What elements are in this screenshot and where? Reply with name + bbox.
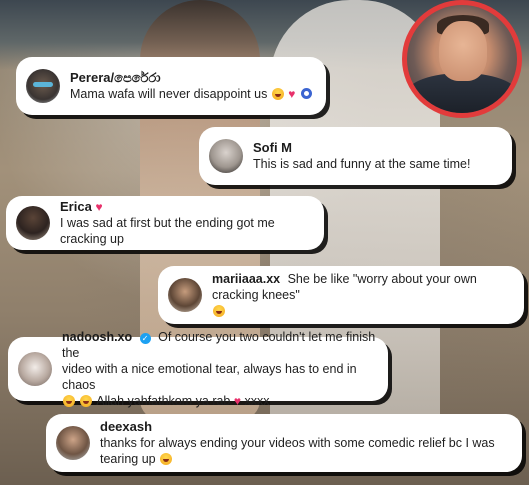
comment-text-body: Mama wafa will never disappoint us — [70, 87, 268, 101]
comment-text: This is sad and funny at the same time! — [253, 157, 471, 171]
laughing-emoji-icon — [80, 395, 93, 407]
blue-circle-icon — [300, 88, 312, 99]
comment-text-line-1: nadoosh.xo ✓ Of course you two couldn't … — [62, 329, 376, 361]
comment-text-body-3: Allah yahfathkom ya rab — [96, 394, 231, 408]
comment-card-erica[interactable]: Erica ♥ I was sad at first but the endin… — [6, 196, 324, 250]
comment-text-line-3: Allah yahfathkom ya rab ♥ xxxx — [62, 393, 376, 409]
laughing-emoji-icon — [63, 395, 75, 407]
laughing-emoji-icon — [160, 453, 173, 465]
comment-card-nadoosh[interactable]: nadoosh.xo ✓ Of course you two couldn't … — [8, 330, 388, 408]
comment-text: I was sad at first but the ending got me… — [60, 216, 275, 246]
comment-text: Mama wafa will never disappoint us ♥ — [70, 86, 312, 102]
reaction-avatar — [402, 0, 522, 118]
comment-card-mariiaaa[interactable]: mariiaaa.xx She be like "worry about you… — [158, 266, 524, 324]
avatar[interactable] — [209, 139, 243, 173]
comment-username[interactable]: Perera/පෙරේරා — [70, 70, 312, 86]
comment-card-perera[interactable]: Perera/පෙරේරා Mama wafa will never disap… — [16, 57, 326, 115]
verified-badge-icon: ✓ — [139, 333, 151, 344]
avatar[interactable] — [168, 278, 202, 312]
comment-card-deexash[interactable]: deexash thanks for always ending your vi… — [46, 414, 522, 472]
comment-text: mariiaaa.xx She be like "worry about you… — [212, 271, 512, 303]
comment-text-body: thanks for always ending your videos wit… — [100, 436, 495, 466]
heart-icon: ♥ — [288, 87, 296, 101]
comment-text: thanks for always ending your videos wit… — [100, 435, 510, 467]
comment-username[interactable]: Erica — [60, 199, 92, 214]
comment-text-suffix: xxxx — [244, 394, 270, 408]
comment-username-row: Erica ♥ — [60, 199, 312, 215]
comment-username[interactable]: deexash — [100, 419, 510, 435]
comment-emoji-row — [212, 303, 512, 319]
comment-username[interactable]: nadoosh.xo — [62, 330, 132, 344]
avatar[interactable] — [26, 69, 60, 103]
heart-icon: ♥ — [233, 394, 241, 408]
heart-icon: ♥ — [95, 200, 103, 214]
comment-username[interactable]: mariiaaa.xx — [212, 272, 280, 286]
reaction-avatar-face — [439, 21, 487, 81]
comment-card-sofi[interactable]: Sofi M This is sad and funny at the same… — [199, 127, 512, 185]
laughing-emoji-icon — [213, 305, 225, 317]
comment-username[interactable]: Sofi M — [253, 140, 470, 156]
avatar[interactable] — [56, 426, 90, 460]
avatar[interactable] — [18, 352, 52, 386]
avatar[interactable] — [16, 206, 50, 240]
comment-text-line-2: video with a nice emotional tear, always… — [62, 362, 357, 392]
laughing-emoji-icon — [271, 88, 284, 100]
